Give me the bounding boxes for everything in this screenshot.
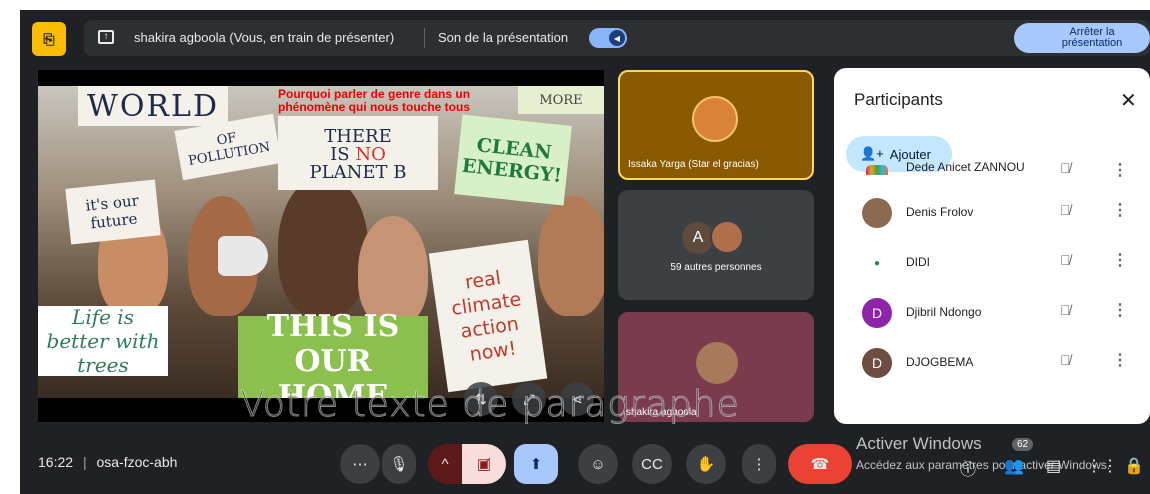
sign-text-planet: PLANET B bbox=[309, 162, 407, 183]
meeting-code: osa-fzoc-abh bbox=[96, 454, 178, 470]
present-screen-icon[interactable]: ⬆ bbox=[514, 444, 558, 484]
mic-off-icon: 🎙̸ bbox=[1060, 160, 1071, 176]
megaphone bbox=[218, 236, 268, 276]
slide-title: Pourquoi parler de genre dans un phénomè… bbox=[278, 88, 470, 114]
presenter-text: shakira agboola (Vous, en train de prése… bbox=[134, 30, 395, 45]
avatar: ● bbox=[862, 248, 892, 278]
avatar-letter: D bbox=[862, 348, 892, 378]
stop-label-line2: présentation bbox=[1061, 37, 1123, 49]
more-reactions-icon[interactable]: ⋯ bbox=[340, 444, 380, 484]
meeting-info: 16:22 | osa-fzoc-abh bbox=[38, 454, 178, 470]
more-options-icon[interactable]: ⋮ bbox=[1112, 300, 1128, 320]
avatar bbox=[692, 96, 738, 142]
sign-world: WORLD bbox=[78, 86, 228, 126]
others-count-label: 59 autres personnes bbox=[670, 262, 762, 273]
captions-icon[interactable]: CC bbox=[632, 444, 672, 484]
mic-off-icon: 🎙̸ bbox=[1060, 302, 1071, 318]
avatar-letter: D bbox=[862, 298, 892, 328]
avatar bbox=[862, 198, 892, 228]
hang-up-icon[interactable]: ☎ bbox=[788, 444, 852, 484]
overlay-text: Votre texte de paragraphe bbox=[240, 384, 740, 426]
mic-icon[interactable]: 🎙 bbox=[382, 444, 416, 484]
sign-planet-b: THERE IS NO PLANET B bbox=[278, 116, 438, 190]
slide-image: WORLD OF POLLUTION THERE IS NO PLANET B … bbox=[38, 86, 604, 398]
info-icon[interactable]: ⓘ bbox=[960, 456, 976, 480]
mic-off-icon: 🎙̸ bbox=[1060, 252, 1071, 268]
avatar bbox=[696, 342, 738, 384]
lock-icon[interactable]: 🔒 bbox=[1124, 456, 1144, 476]
activities-icon[interactable]: ⋮⋮ bbox=[1086, 456, 1118, 476]
activate-windows-title: Activer Windows bbox=[856, 434, 982, 453]
slide-title-line2: phénomène qui nous touche tous bbox=[278, 100, 470, 114]
emoji-icon[interactable]: ☺ bbox=[578, 444, 618, 484]
others-tile[interactable]: A 59 autres personnes bbox=[618, 190, 814, 300]
chevron-up-icon[interactable]: ^ bbox=[428, 444, 462, 484]
participant-tile-issaka[interactable]: Issaka Yarga (Star el gracias) bbox=[618, 70, 814, 180]
crowd-person bbox=[538, 196, 604, 316]
participant-row[interactable]: D DJOGBEMA 🎙̸ ⋮ bbox=[834, 338, 1150, 388]
presentation-bar: ↑ shakira agboola (Vous, en train de pré… bbox=[84, 20, 1150, 56]
participant-name: Denis Frolov bbox=[906, 205, 974, 219]
divider bbox=[424, 28, 425, 48]
sign-clean-energy: CLEAN ENERGY! bbox=[454, 114, 572, 206]
participant-row[interactable]: ● DIDI 🎙̸ ⋮ bbox=[834, 238, 1150, 288]
sign-future: it's our future bbox=[65, 179, 161, 245]
participant-count-badge: 62 bbox=[1012, 438, 1034, 451]
participant-name: DJOGBEMA bbox=[906, 355, 974, 369]
people-icon[interactable]: 👥 bbox=[1004, 456, 1024, 476]
participant-name: Dede Anicet ZANNOU bbox=[906, 160, 1025, 174]
raise-hand-icon[interactable]: ✋ bbox=[686, 444, 726, 484]
more-options-icon[interactable]: ⋮ bbox=[1112, 160, 1128, 180]
participant-name: Djibril Ndongo bbox=[906, 305, 982, 319]
speaker-icon: ◀ bbox=[609, 30, 625, 46]
stop-presenting-button[interactable]: Arrêter la présentation bbox=[1014, 23, 1150, 53]
presented-slide: WORLD OF POLLUTION THERE IS NO PLANET B … bbox=[38, 70, 604, 422]
crowd-person bbox=[278, 176, 368, 316]
more-options-icon[interactable]: ⋮ bbox=[1112, 250, 1128, 270]
bottom-bar: 16:22 | osa-fzoc-abh ⋯ 🎙 ^ ▣̸ ⬆ ☺ CC ✋ ⋮… bbox=[20, 434, 1150, 494]
avatar bbox=[710, 220, 744, 254]
panel-title: Participants bbox=[854, 90, 943, 109]
sound-label: Son de la présentation bbox=[438, 30, 569, 45]
camera-off-icon[interactable]: ▣̸ bbox=[462, 444, 506, 484]
top-bar: ⎘ ↑ shakira agboola (Vous, en train de p… bbox=[20, 10, 1150, 66]
sign-more: MORE bbox=[518, 86, 604, 114]
close-icon[interactable]: ✕ bbox=[1120, 88, 1137, 113]
participant-row[interactable]: Denis Frolov 🎙̸ ⋮ bbox=[834, 188, 1150, 238]
more-options-icon[interactable]: ⋮ bbox=[742, 444, 776, 484]
mic-off-icon: 🎙̸ bbox=[1060, 352, 1071, 368]
mic-off-icon: 🎙̸ bbox=[1060, 202, 1071, 218]
present-screen-icon: ↑ bbox=[98, 30, 114, 44]
door-exit-icon[interactable]: ⎘ bbox=[32, 22, 66, 56]
participant-row[interactable]: D Djibril Ndongo 🎙̸ ⋮ bbox=[834, 288, 1150, 338]
meet-window: ⎘ ↑ shakira agboola (Vous, en train de p… bbox=[20, 10, 1150, 494]
more-options-icon[interactable]: ⋮ bbox=[1112, 350, 1128, 370]
sign-life-trees: Life is better with trees bbox=[38, 305, 168, 377]
activate-windows-subtitle: Accédez aux paramètres pour activer Wind… bbox=[856, 458, 1111, 472]
participants-panel: Participants ✕ 👤+ Ajouter Dede Anicet ZA… bbox=[834, 68, 1150, 424]
participant-list: Dede Anicet ZANNOU 🎙̸ ⋮ Denis Frolov 🎙̸ … bbox=[834, 160, 1150, 388]
chat-icon[interactable]: ▤ bbox=[1046, 456, 1061, 476]
participant-name: DIDI bbox=[906, 255, 930, 269]
participant-row[interactable]: Dede Anicet ZANNOU 🎙̸ ⋮ bbox=[834, 160, 1150, 188]
more-options-icon[interactable]: ⋮ bbox=[1112, 200, 1128, 220]
avatar bbox=[862, 160, 892, 180]
presentation-sound-toggle[interactable]: ◀ bbox=[589, 28, 627, 48]
tile-name: Issaka Yarga (Star el gracias) bbox=[628, 159, 759, 170]
sign-real-climate-action: real climate action now! bbox=[428, 239, 548, 393]
clock-time: 16:22 bbox=[38, 454, 74, 470]
